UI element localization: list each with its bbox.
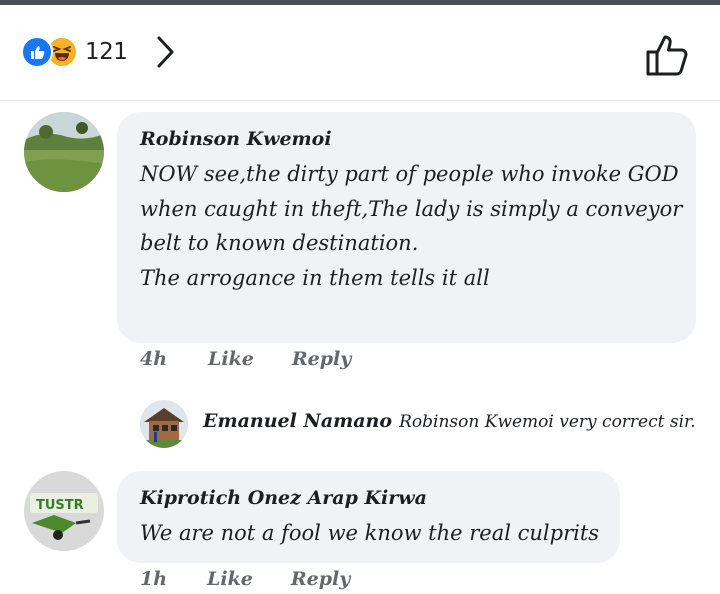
reply-text: Robinson Kwemoi very correct sir. xyxy=(399,412,696,432)
comment-bubble[interactable]: Kiprotich Onez Arap Kirwa We are not a f… xyxy=(117,471,620,563)
avatar[interactable] xyxy=(24,112,104,192)
reaction-summary[interactable]: 121 xyxy=(21,35,128,69)
reply-button[interactable]: Reply xyxy=(292,348,351,370)
comment-text-line: We are not a fool we know the real culpr… xyxy=(140,521,600,545)
reply-button[interactable]: Reply xyxy=(291,568,350,590)
comment-bubble[interactable]: Robinson Kwemoi NOW see,the dirty part o… xyxy=(117,112,696,343)
reply-author[interactable]: Emanuel Namano xyxy=(203,410,392,432)
comment-text-line: belt to known destination. xyxy=(140,231,419,255)
svg-text:TUSTR: TUSTR xyxy=(36,498,84,513)
comment-timestamp: 1h xyxy=(140,568,168,590)
comment-text: We are not a fool we know the real culpr… xyxy=(140,516,610,551)
avatar[interactable] xyxy=(140,400,188,448)
comment-text: NOW see,the dirty part of people who inv… xyxy=(140,157,685,295)
reactions-header: 121 xyxy=(0,5,720,101)
comment-actions: 1h Like Reply xyxy=(140,568,350,590)
chevron-right-icon[interactable] xyxy=(152,35,180,69)
thumbs-up-icon[interactable] xyxy=(643,32,691,78)
comment-text-line: when caught in theft,The lady is simply … xyxy=(140,196,683,221)
like-reaction-icon xyxy=(21,36,53,68)
reply-preview-text: Emanuel Namano Robinson Kwemoi very corr… xyxy=(203,410,696,432)
reaction-count: 121 xyxy=(85,39,128,65)
comment-timestamp: 4h xyxy=(140,348,168,370)
like-button[interactable]: Like xyxy=(208,348,254,370)
comment-text-line: NOW see,the dirty part of people who inv… xyxy=(140,162,679,186)
comment-text-line: The arrogance in them tells it all xyxy=(140,265,490,290)
comment-actions: 4h Like Reply xyxy=(140,348,351,370)
like-button[interactable]: Like xyxy=(207,568,253,590)
avatar[interactable]: TUSTR xyxy=(24,471,104,551)
comment-author[interactable]: Robinson Kwemoi xyxy=(140,128,332,150)
comment-author[interactable]: Kiprotich Onez Arap Kirwa xyxy=(140,487,427,509)
